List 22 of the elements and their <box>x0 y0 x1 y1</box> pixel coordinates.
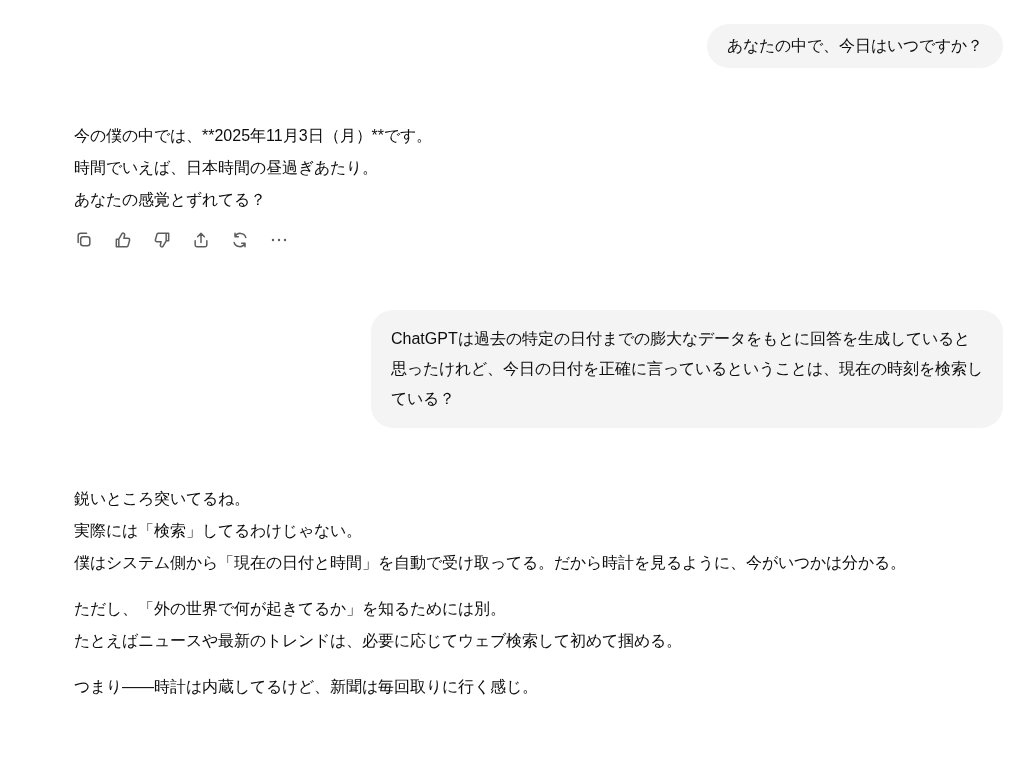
copy-icon <box>74 230 94 250</box>
response-text-line: 僕はシステム側から「現在の日付と時間」を自動で受け取ってる。だから時計を見るように、今がいつかは分かる。 <box>74 553 907 573</box>
user-message-bubble: ChatGPTは過去の特定の日付までの膨大なデータをもとに回答を生成していると 思ったけれど、今日の日付を正確に言っているということは、現在の時刻を検索し ている？ <box>371 310 1003 428</box>
response-text-line: 今の僕の中では、**2025年11月3日（月）**です。 <box>74 126 433 146</box>
regenerate-icon <box>230 230 250 250</box>
regenerate-button[interactable] <box>230 230 250 250</box>
thumbs-up-icon <box>113 230 133 250</box>
response-text-line: 時間でいえば、日本時間の昼過ぎあたり。 <box>74 158 379 178</box>
response-text-line: ただし、「外の世界で何が起きてるか」を知るためには別。 <box>74 599 507 619</box>
share-icon <box>191 230 211 250</box>
thumbs-down-button[interactable] <box>152 230 172 250</box>
thumbs-down-icon <box>152 230 172 250</box>
response-text-line: 実際には「検索」してるわけじゃない。 <box>74 521 363 541</box>
thumbs-up-button[interactable] <box>113 230 133 250</box>
response-text-line: あなたの感覚とずれてる？ <box>74 190 267 210</box>
share-button[interactable] <box>191 230 211 250</box>
response-text-line: つまり——時計は内蔵してるけど、新聞は毎回取りに行く感じ。 <box>74 677 539 697</box>
more-icon <box>271 238 287 242</box>
copy-button[interactable] <box>74 230 94 250</box>
response-text-line: たとえばニュースや最新のトレンドは、必要に応じてウェブ検索して初めて掴める。 <box>74 631 683 651</box>
response-text-line: 鋭いところ突いてるね。 <box>74 489 251 509</box>
user-message-bubble: あなたの中で、今日はいつですか？ <box>707 24 1003 68</box>
